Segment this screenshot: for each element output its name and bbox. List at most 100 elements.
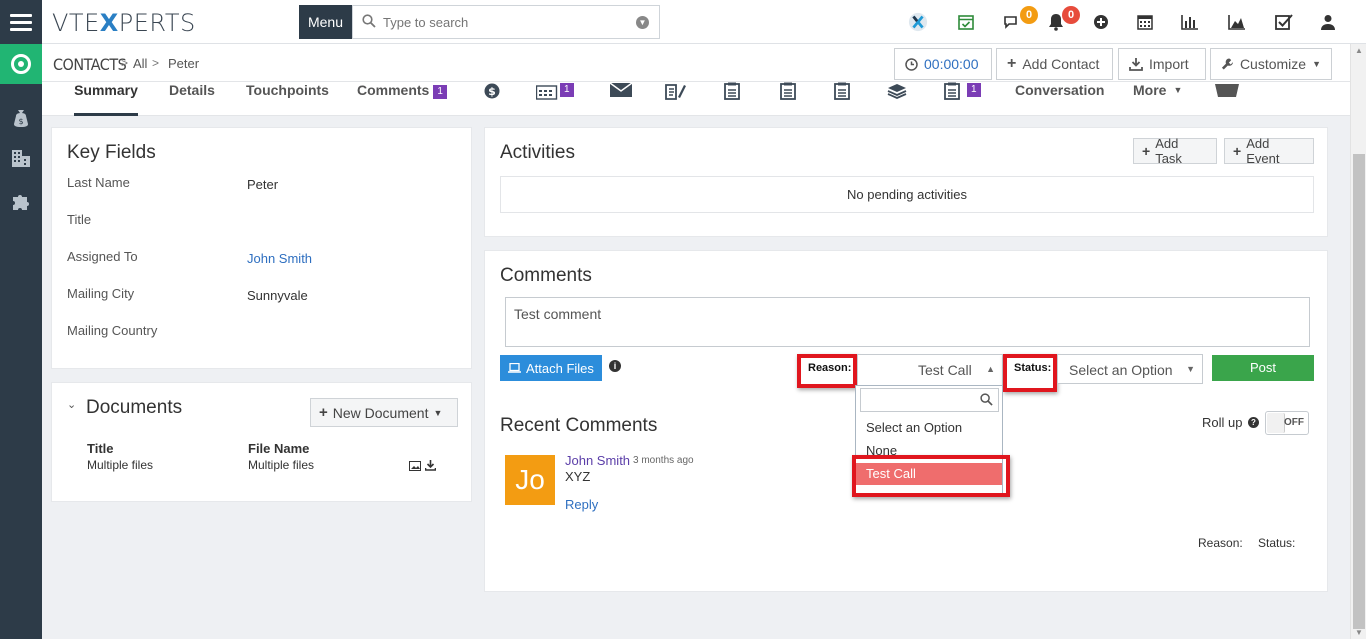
tab-more[interactable]: More ▼ bbox=[1133, 82, 1182, 116]
document-edit-icon[interactable] bbox=[664, 82, 688, 105]
breadcrumb-filter[interactable]: All bbox=[133, 56, 147, 71]
attach-files-button[interactable]: Attach Files bbox=[500, 355, 602, 381]
document-title-cell[interactable]: Multiple files bbox=[87, 458, 153, 472]
user-icon[interactable] bbox=[1318, 12, 1338, 32]
timer-button[interactable]: 00:00:00 bbox=[894, 48, 992, 80]
avatar: Jo bbox=[505, 455, 555, 505]
add-contact-label: Add Contact bbox=[1022, 56, 1100, 72]
key-field-label: Title bbox=[67, 212, 92, 227]
add-task-button[interactable]: + Add Task bbox=[1133, 136, 1217, 166]
hamburger-icon[interactable] bbox=[0, 0, 42, 44]
customize-button[interactable]: Customize ▼ bbox=[1210, 48, 1332, 80]
scrollbar-thumb[interactable] bbox=[1353, 154, 1365, 629]
wrench-icon bbox=[1221, 58, 1234, 70]
search-input[interactable] bbox=[383, 12, 623, 32]
dropdown-search-input[interactable] bbox=[860, 388, 999, 412]
tab-more-label: More bbox=[1133, 82, 1167, 98]
add-event-button[interactable]: + Add Event bbox=[1224, 136, 1314, 166]
notes-icon-3[interactable] bbox=[833, 82, 851, 105]
page-scrollbar[interactable]: ▲ ▼ bbox=[1350, 44, 1366, 639]
notes-icon-2[interactable] bbox=[779, 82, 797, 105]
documents-panel: ⌄ Documents + New Document ▼ Title File … bbox=[51, 382, 472, 502]
collapse-chevron-icon[interactable]: ⌄ bbox=[67, 398, 76, 411]
envelope-icon[interactable] bbox=[609, 82, 633, 103]
money-bag-icon[interactable]: $ bbox=[0, 100, 42, 136]
tab-comments[interactable]: Comments 1 bbox=[357, 82, 447, 116]
vtiger-x-icon[interactable] bbox=[908, 12, 928, 32]
puzzle-icon[interactable] bbox=[0, 183, 42, 219]
building-icon[interactable] bbox=[0, 140, 42, 176]
tab-summary[interactable]: Summary bbox=[74, 82, 138, 116]
dropdown-option[interactable]: Select an Option bbox=[856, 417, 1002, 439]
chat-icon[interactable]: 0 bbox=[1002, 6, 1038, 32]
documents-title: Documents bbox=[86, 397, 183, 418]
post-button[interactable]: Post bbox=[1212, 355, 1314, 381]
help-icon[interactable]: ? bbox=[1248, 417, 1259, 428]
activities-title: Activities bbox=[500, 142, 575, 163]
rollup-label: Roll up bbox=[1202, 415, 1243, 430]
breadcrumb-module[interactable]: CONTACTS bbox=[53, 55, 127, 74]
info-icon[interactable]: i bbox=[609, 360, 621, 372]
contacts-module-icon[interactable] bbox=[0, 44, 42, 84]
laptop-icon bbox=[508, 363, 521, 373]
area-chart-icon[interactable] bbox=[1227, 12, 1247, 32]
plus-icon: + bbox=[319, 404, 328, 421]
timer-value: 00:00:00 bbox=[924, 56, 979, 72]
status-select[interactable]: Select an Option ▼ bbox=[1057, 354, 1203, 384]
comment-textarea[interactable]: Test comment bbox=[505, 297, 1310, 347]
breadcrumb-record: Peter bbox=[168, 56, 200, 71]
image-icon[interactable] bbox=[409, 461, 421, 471]
calendar-icon[interactable] bbox=[1135, 12, 1155, 32]
key-field-value[interactable]: Peter bbox=[247, 177, 278, 192]
reason-select[interactable]: Test Call ▲ bbox=[857, 354, 1003, 386]
basket-icon[interactable] bbox=[1214, 82, 1240, 103]
download-icon[interactable] bbox=[425, 460, 436, 471]
plus-circle-icon[interactable] bbox=[1091, 12, 1111, 32]
key-field-value[interactable]: Sunnyvale bbox=[247, 288, 308, 303]
new-document-label: New Document bbox=[332, 404, 429, 421]
key-fields-title: Key Fields bbox=[67, 142, 156, 163]
dollar-circle-icon[interactable]: $ bbox=[484, 83, 500, 104]
comment-reason-label: Reason: bbox=[1198, 536, 1243, 550]
calendar-tab-badge: 1 bbox=[560, 83, 574, 97]
breadcrumb-separator: > bbox=[121, 56, 129, 70]
import-button[interactable]: Import bbox=[1118, 48, 1206, 80]
chat-badge: 0 bbox=[1020, 6, 1038, 24]
calendar-grid-icon[interactable] bbox=[535, 84, 558, 105]
breadcrumb-separator: > bbox=[152, 56, 160, 70]
comment-author-link[interactable]: John Smith bbox=[565, 453, 630, 468]
logo-text-x: X bbox=[99, 9, 119, 37]
plus-icon: + bbox=[1142, 143, 1151, 159]
reply-link[interactable]: Reply bbox=[565, 497, 598, 512]
assigned-to-link[interactable]: John Smith bbox=[247, 251, 312, 266]
bar-chart-icon[interactable] bbox=[1180, 12, 1200, 32]
plus-icon: + bbox=[1233, 143, 1242, 159]
bell-icon[interactable]: 0 bbox=[1046, 6, 1080, 32]
add-contact-button[interactable]: + Add Contact bbox=[996, 48, 1113, 80]
key-field-label: Last Name bbox=[67, 175, 130, 190]
layers-icon[interactable] bbox=[887, 82, 907, 105]
checkbox-icon[interactable] bbox=[1274, 12, 1294, 32]
global-search[interactable]: ▼ bbox=[352, 5, 660, 39]
scroll-down-icon[interactable]: ▼ bbox=[1355, 628, 1363, 637]
rollup-toggle[interactable]: OFF bbox=[1265, 411, 1309, 435]
add-event-label: Add Event bbox=[1246, 136, 1280, 166]
comments-title: Comments bbox=[500, 265, 592, 286]
new-document-button[interactable]: + New Document ▼ bbox=[310, 398, 458, 427]
tab-touchpoints[interactable]: Touchpoints bbox=[246, 82, 329, 116]
calendar-check-icon[interactable] bbox=[956, 12, 976, 32]
left-rail: $ bbox=[0, 0, 42, 639]
attach-files-label: Attach Files bbox=[526, 360, 594, 376]
documents-tab-icon[interactable] bbox=[943, 82, 961, 105]
status-label: Status: bbox=[1014, 362, 1052, 374]
notes-icon-1[interactable] bbox=[723, 82, 741, 105]
search-options-chevron-icon[interactable]: ▼ bbox=[636, 16, 649, 29]
tab-details[interactable]: Details bbox=[169, 82, 215, 116]
caret-down-icon: ▼ bbox=[1186, 364, 1195, 374]
menu-button[interactable]: Menu bbox=[299, 5, 352, 39]
tab-conversation[interactable]: Conversation bbox=[1015, 82, 1104, 116]
scroll-up-icon[interactable]: ▲ bbox=[1355, 46, 1363, 55]
vtexperts-logo[interactable]: VTEXPERTS bbox=[52, 9, 196, 37]
caret-down-icon: ▼ bbox=[433, 407, 443, 418]
tab-details-label: Details bbox=[169, 82, 215, 98]
